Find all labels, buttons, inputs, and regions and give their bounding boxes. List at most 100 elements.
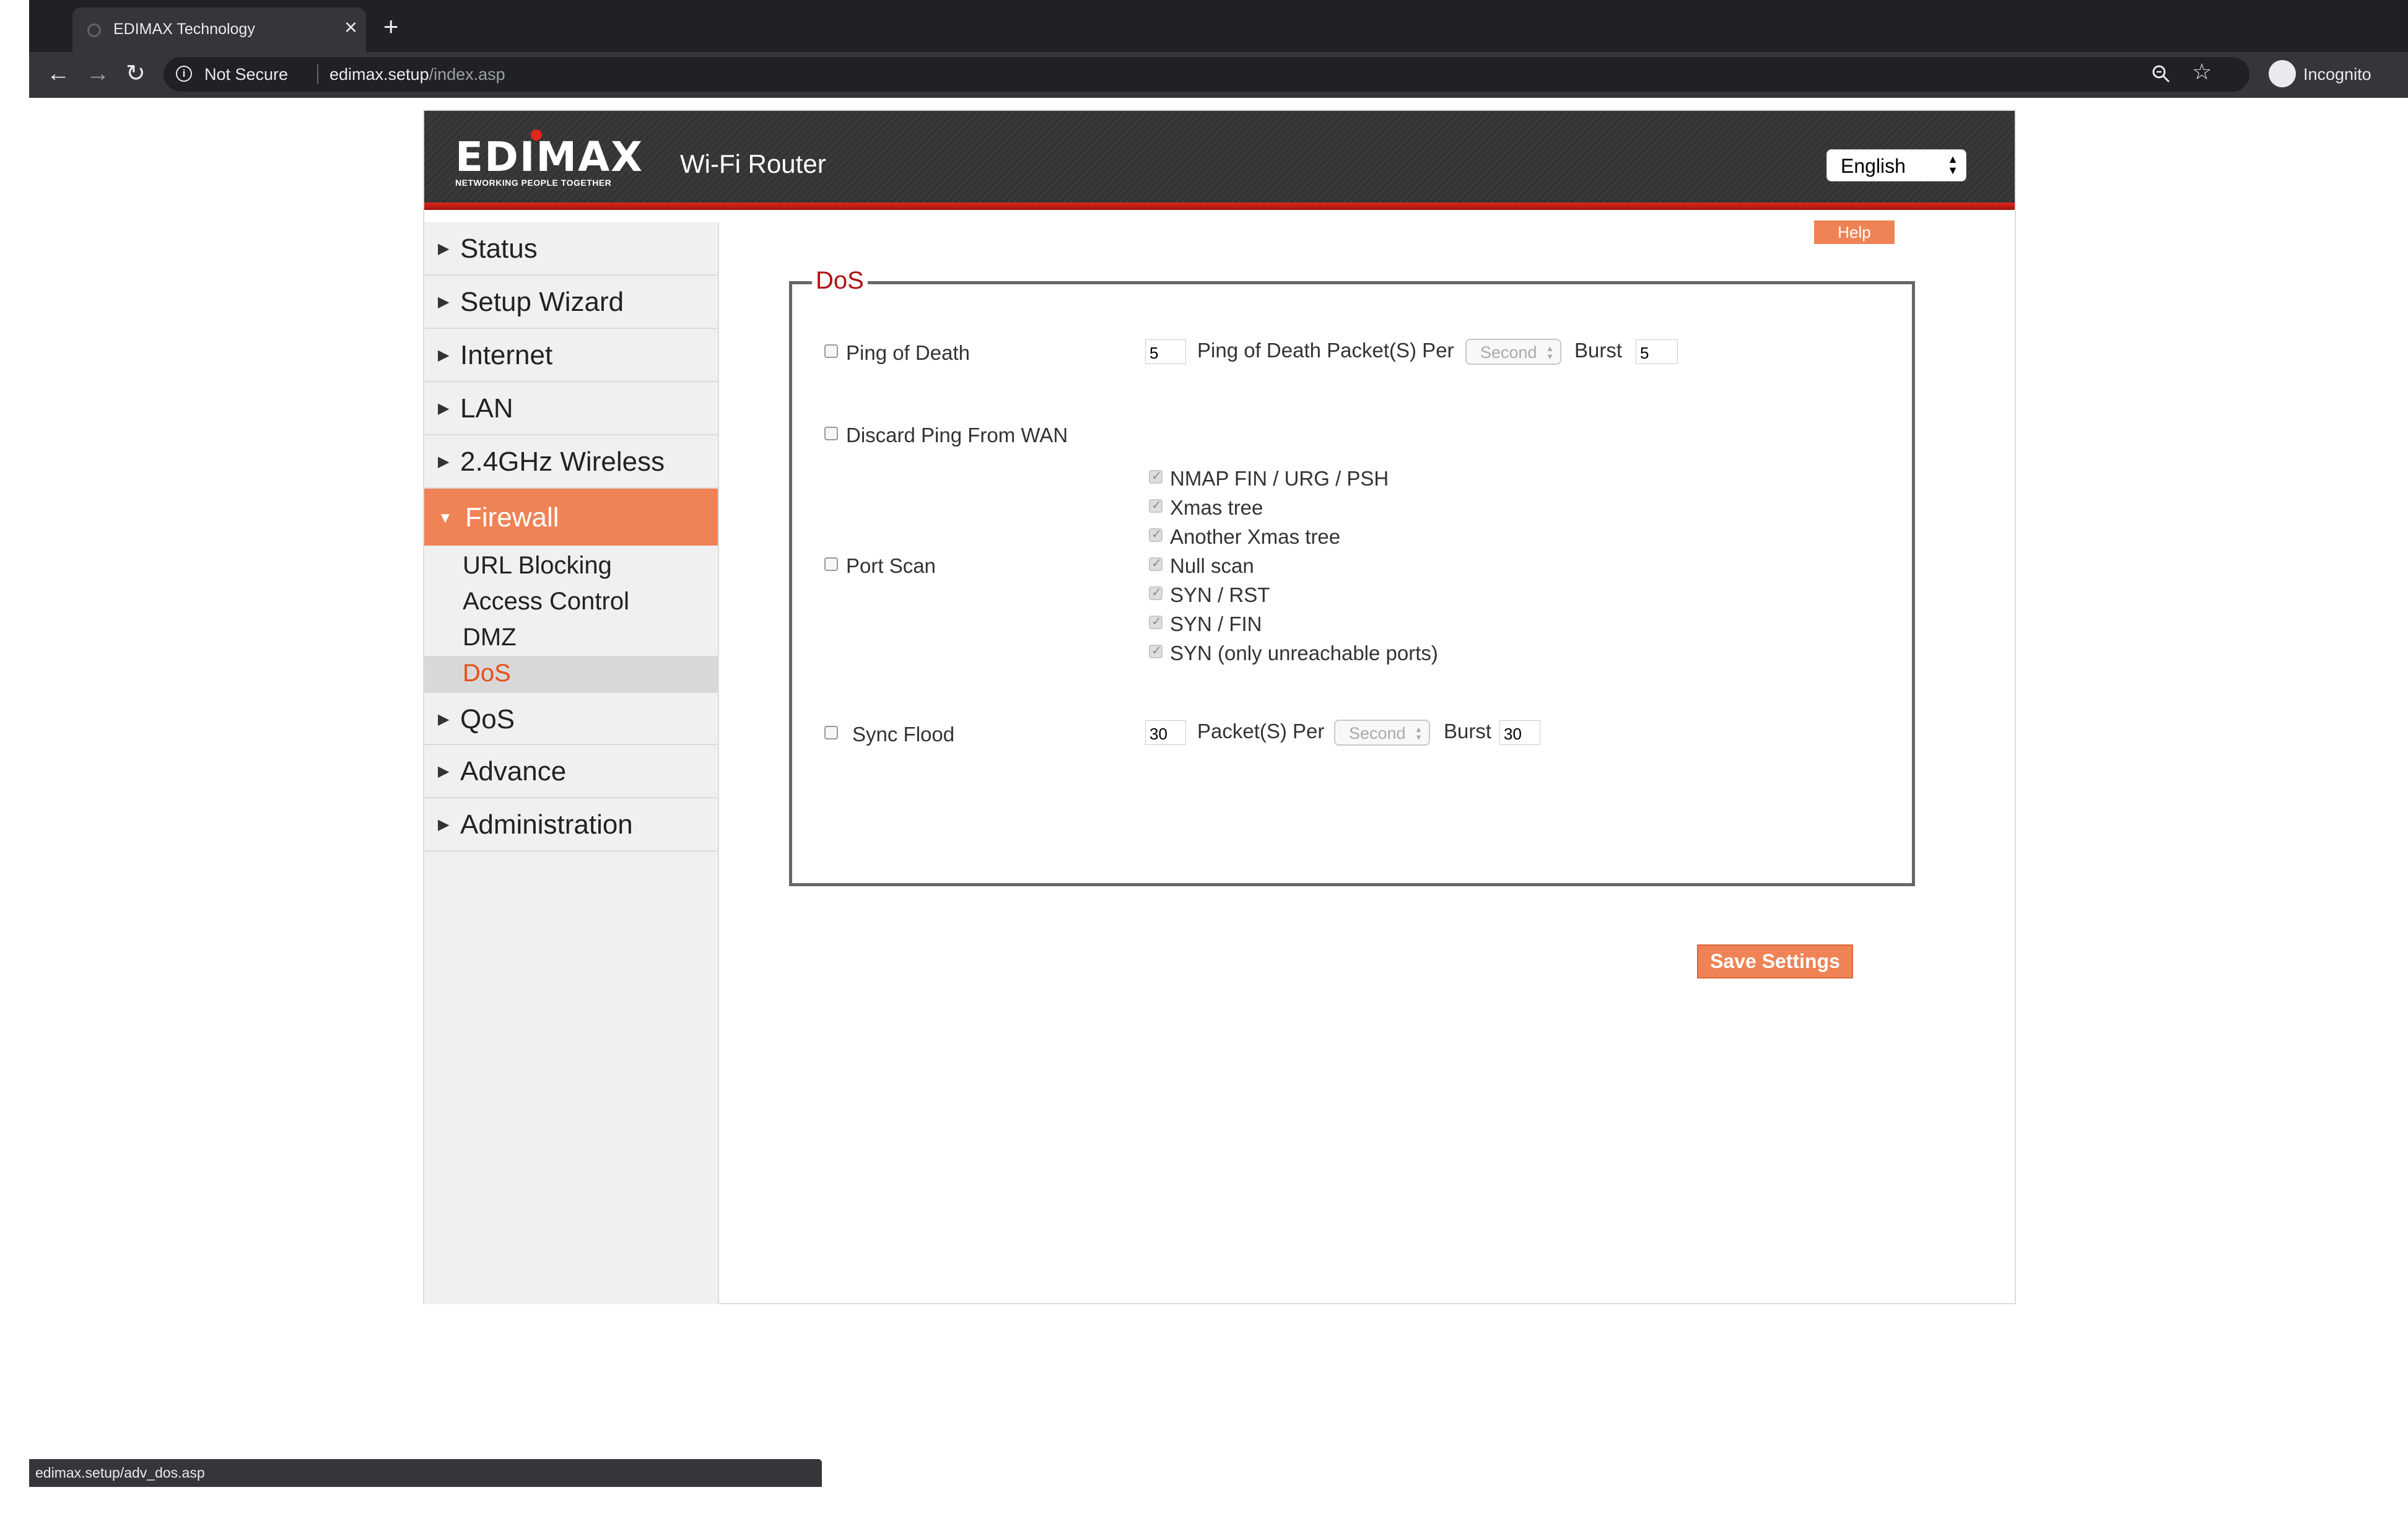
close-tab-icon[interactable]: × bbox=[344, 16, 357, 38]
sidebar-item-advance[interactable]: ▶ Advance bbox=[424, 745, 718, 798]
expand-arrow-icon: ▶ bbox=[438, 763, 450, 780]
browser-toolbar: ← → ↻ i Not Secure edimax.setup/index.as… bbox=[29, 52, 2408, 98]
discard-ping-checkbox[interactable] bbox=[824, 427, 838, 440]
sidebar-item-label: Advance bbox=[460, 756, 567, 787]
ping-of-death-label: Ping of Death bbox=[846, 341, 970, 364]
info-icon[interactable]: i bbox=[176, 66, 192, 82]
edimax-logo: EDIMAX NETWORKING PEOPLE TOGETHER bbox=[455, 129, 660, 188]
url-text[interactable]: edimax.setup/index.asp bbox=[329, 65, 505, 84]
sidebar-item-lan[interactable]: ▶ LAN bbox=[424, 382, 718, 435]
syn-rst-checkbox[interactable] bbox=[1149, 585, 1163, 600]
sidebar-item-administration[interactable]: ▶ Administration bbox=[424, 798, 718, 852]
sidebar-subitem-dmz[interactable]: DMZ bbox=[424, 620, 718, 656]
address-bar[interactable]: i Not Secure edimax.setup/index.asp bbox=[164, 57, 2249, 92]
ping-of-death-unit-select[interactable]: Second ▲ ▼ bbox=[1465, 339, 1561, 365]
select-arrows-icon: ▲ ▼ bbox=[1415, 725, 1423, 742]
globe-icon bbox=[87, 24, 101, 37]
sidebar-item-label: Setup Wizard bbox=[460, 287, 624, 317]
logo-word: EDIMAX bbox=[455, 133, 644, 181]
syn-unreachable-checkbox[interactable] bbox=[1149, 643, 1163, 658]
sidebar-item-qos[interactable]: ▶ QoS bbox=[424, 692, 718, 745]
unit-value: Second bbox=[1349, 724, 1406, 743]
syn-fin-checkbox[interactable] bbox=[1149, 614, 1163, 629]
bookmark-star-icon[interactable]: ☆ bbox=[2192, 61, 2212, 83]
header-accent-bar bbox=[424, 203, 2015, 210]
syn-rst-label: SYN / RST bbox=[1170, 583, 1270, 606]
sync-flood-unit-select[interactable]: Second ▲ ▼ bbox=[1334, 720, 1430, 746]
expand-arrow-icon: ▶ bbox=[438, 711, 450, 728]
expand-arrow-icon: ▶ bbox=[438, 240, 450, 257]
sync-flood-label: Sync Flood bbox=[852, 723, 955, 746]
another-xmas-tree-label: Another Xmas tree bbox=[1170, 525, 1341, 548]
save-settings-button[interactable]: Save Settings bbox=[1697, 944, 1853, 978]
sidebar-item-status[interactable]: ▶ Status bbox=[424, 222, 718, 276]
sidebar-item-setup-wizard[interactable]: ▶ Setup Wizard bbox=[424, 276, 718, 329]
dos-legend: DoS bbox=[812, 267, 868, 295]
dos-fieldset: DoS Ping of Death 5 Ping of Death Packet… bbox=[789, 267, 1915, 886]
sidebar-subitem-label: DMZ bbox=[463, 624, 517, 651]
nmap-fin-urg-psh-checkbox[interactable] bbox=[1149, 468, 1163, 484]
sync-flood-burst-input[interactable]: 30 bbox=[1499, 720, 1540, 745]
sidebar-subitem-url-blocking[interactable]: URL Blocking bbox=[424, 548, 718, 584]
xmas-tree-label: Xmas tree bbox=[1170, 496, 1263, 519]
ping-of-death-packets-input[interactable]: 5 bbox=[1145, 339, 1186, 364]
sidebar-item-wireless[interactable]: ▶ 2.4GHz Wireless bbox=[424, 435, 718, 489]
sidebar-item-label: LAN bbox=[460, 393, 513, 424]
sync-flood-burst-label: Burst bbox=[1444, 720, 1492, 743]
syn-fin-label: SYN / FIN bbox=[1170, 612, 1262, 635]
expand-arrow-icon: ▶ bbox=[438, 453, 450, 470]
ping-of-death-checkbox[interactable] bbox=[824, 344, 838, 358]
null-scan-label: Null scan bbox=[1170, 554, 1254, 577]
sidebar-item-label: 2.4GHz Wireless bbox=[460, 447, 665, 477]
sidebar-item-label: QoS bbox=[460, 704, 515, 734]
sidebar-item-firewall[interactable]: ▼ Firewall bbox=[424, 489, 718, 546]
sidebar-subitem-label: DoS bbox=[463, 660, 511, 687]
xmas-tree-checkbox[interactable] bbox=[1149, 497, 1163, 513]
sync-flood-packets-input[interactable]: 30 bbox=[1145, 720, 1186, 745]
collapse-arrow-icon: ▼ bbox=[438, 510, 453, 526]
router-page: EDIMAX NETWORKING PEOPLE TOGETHER Wi-Fi … bbox=[423, 110, 2016, 1304]
sync-flood-checkbox[interactable] bbox=[824, 726, 838, 739]
incognito-icon bbox=[2269, 60, 2296, 87]
reload-icon[interactable]: ↻ bbox=[126, 62, 146, 85]
more-menu-icon[interactable]: ⋮ bbox=[2404, 59, 2408, 82]
nmap-fin-urg-psh-label: NMAP FIN / URG / PSH bbox=[1170, 467, 1389, 490]
forward-icon[interactable]: → bbox=[86, 62, 110, 85]
sidebar-subitem-label: URL Blocking bbox=[463, 552, 612, 579]
syn-unreachable-label: SYN (only unreachable ports) bbox=[1170, 642, 1438, 665]
language-value: English bbox=[1841, 155, 1906, 177]
expand-arrow-icon: ▶ bbox=[438, 400, 450, 417]
browser-tab-strip: EDIMAX Technology × + bbox=[29, 0, 2408, 52]
new-tab-icon[interactable]: + bbox=[383, 14, 399, 40]
security-label[interactable]: Not Secure bbox=[204, 65, 288, 84]
port-scan-checkbox[interactable] bbox=[824, 557, 838, 571]
zoom-icon[interactable] bbox=[2150, 63, 2171, 84]
another-xmas-tree-checkbox[interactable] bbox=[1149, 526, 1163, 542]
tab-title: EDIMAX Technology bbox=[113, 20, 255, 38]
discard-ping-label: Discard Ping From WAN bbox=[846, 424, 1068, 447]
sidebar-item-label: Internet bbox=[460, 340, 553, 370]
product-title: Wi-Fi Router bbox=[680, 149, 826, 178]
help-button[interactable]: Help bbox=[1814, 220, 1895, 244]
ping-of-death-burst-input[interactable]: 5 bbox=[1636, 339, 1678, 364]
expand-arrow-icon: ▶ bbox=[438, 294, 450, 310]
browser-tab[interactable]: EDIMAX Technology × bbox=[72, 7, 366, 52]
expand-arrow-icon: ▶ bbox=[438, 347, 450, 364]
ping-of-death-packets-label: Ping of Death Packet(S) Per bbox=[1197, 339, 1454, 362]
sidebar-subitem-dos[interactable]: DoS bbox=[424, 656, 718, 692]
sidebar-subitem-label: Access Control bbox=[463, 588, 629, 615]
sidebar-item-internet[interactable]: ▶ Internet bbox=[424, 329, 718, 382]
select-arrows-icon: ▲ ▼ bbox=[1947, 153, 1958, 177]
status-url: edimax.setup/adv_dos.asp bbox=[35, 1465, 205, 1481]
header-banner: EDIMAX NETWORKING PEOPLE TOGETHER Wi-Fi … bbox=[424, 111, 2015, 210]
back-icon[interactable]: ← bbox=[46, 62, 70, 85]
language-select[interactable]: English ▲ ▼ bbox=[1826, 149, 1966, 181]
profile-label: Incognito bbox=[2303, 65, 2371, 84]
port-scan-label: Port Scan bbox=[846, 554, 936, 577]
sidebar-subitem-access-control[interactable]: Access Control bbox=[424, 584, 718, 620]
logo-dot bbox=[531, 129, 542, 141]
sidebar-item-label: Firewall bbox=[465, 502, 559, 533]
select-arrows-icon: ▲ ▼ bbox=[1546, 344, 1554, 361]
sidebar-item-label: Administration bbox=[460, 809, 633, 840]
null-scan-checkbox[interactable] bbox=[1149, 556, 1163, 571]
